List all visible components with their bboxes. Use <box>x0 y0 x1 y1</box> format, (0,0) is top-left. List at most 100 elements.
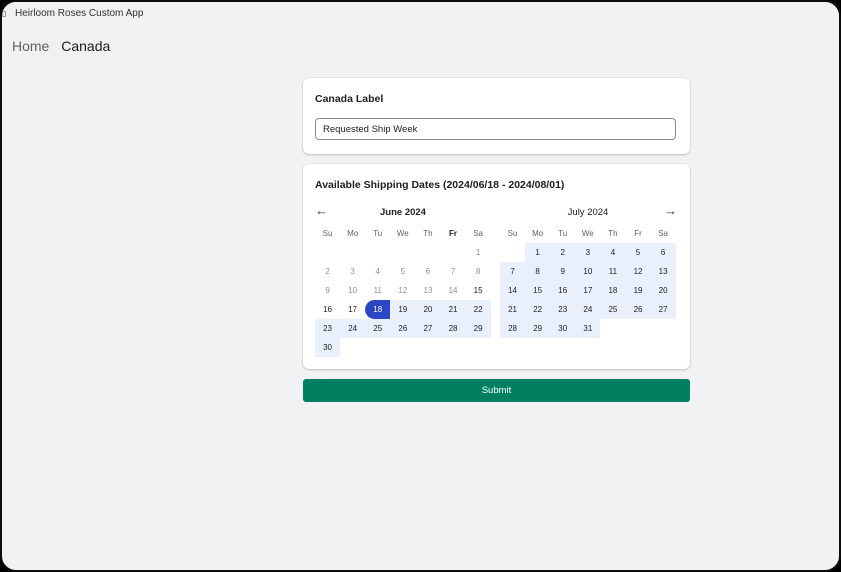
day-cell[interactable]: 25 <box>365 319 391 338</box>
day-cell[interactable]: 24 <box>340 319 366 338</box>
day-cell[interactable]: 30 <box>550 319 576 338</box>
day-cell[interactable]: 31 <box>575 319 601 338</box>
day-cell[interactable]: 6 <box>650 243 676 262</box>
day-cell[interactable]: 22 <box>465 300 491 319</box>
day-cell[interactable]: 15 <box>525 281 551 300</box>
day-cell[interactable]: 28 <box>440 319 466 338</box>
app-window: Heirloom Roses Custom App Home Canada Ca… <box>0 0 841 572</box>
day-empty <box>440 243 465 262</box>
calendar-july: July 2024 Su Mo Tu We Th Fr Sa 1 2 3 4 5 6 7 8 9 10 11 12… <box>500 204 676 338</box>
day-cell[interactable]: 21 <box>440 300 466 319</box>
day-empty <box>415 243 440 262</box>
label-card-title: Canada Label <box>315 93 384 105</box>
shipping-dates-title: Available Shipping Dates (2024/06/18 - 2… <box>315 179 565 191</box>
day-cell: 13 <box>423 286 433 295</box>
weekday-label: Sa <box>658 229 668 238</box>
day-cell: 8 <box>475 267 481 276</box>
day-cell[interactable]: 20 <box>650 281 676 300</box>
day-empty <box>500 243 525 262</box>
day-cell[interactable]: 20 <box>415 300 441 319</box>
day-cell[interactable]: 9 <box>550 262 576 281</box>
day-cell[interactable]: 26 <box>625 300 651 319</box>
day-cell: 3 <box>350 267 355 276</box>
weekday-label: We <box>396 229 409 238</box>
day-cell: 5 <box>400 267 406 276</box>
day-cell[interactable]: 8 <box>525 262 551 281</box>
weekday-header: Su Mo Tu We Th Fr Sa <box>500 227 676 240</box>
weekday-label: Fr <box>449 229 458 238</box>
day-cell: 1 <box>475 248 481 257</box>
day-cell: 11 <box>373 286 382 295</box>
day-grid: 1 2 3 4 5 6 7 8 9 10 11 12 13 14 15 16 17 18 19 20 21 22 23 24 2… <box>315 243 491 357</box>
weekday-label: Tu <box>558 229 568 238</box>
weekday-label: Mo <box>532 229 544 238</box>
day-cell[interactable]: 2 <box>550 243 576 262</box>
day-cell[interactable]: 3 <box>575 243 601 262</box>
day-cell: 14 <box>448 286 458 295</box>
app-title: Heirloom Roses Custom App <box>15 8 144 19</box>
day-cell[interactable]: 23 <box>315 319 341 338</box>
weekday-label: We <box>581 229 594 238</box>
day-cell[interactable]: 17 <box>340 300 365 319</box>
submit-button[interactable]: Submit <box>303 379 690 402</box>
day-cell[interactable]: 17 <box>575 281 601 300</box>
weekday-label: Su <box>322 229 333 238</box>
day-cell[interactable]: 30 <box>315 338 341 357</box>
day-cell[interactable]: 29 <box>465 319 491 338</box>
weekday-label: Fr <box>634 229 642 238</box>
breadcrumb-current: Canada <box>61 38 111 54</box>
day-empty <box>340 243 365 262</box>
weekday-label: Th <box>608 229 618 238</box>
day-cell[interactable]: 5 <box>625 243 651 262</box>
day-cell[interactable]: 26 <box>390 319 416 338</box>
day-cell: 9 <box>325 286 330 295</box>
day-cell[interactable]: 22 <box>525 300 551 319</box>
weekday-label: Su <box>507 229 518 238</box>
day-empty <box>390 243 415 262</box>
day-cell[interactable]: 18 <box>600 281 626 300</box>
day-cell: 7 <box>450 267 456 276</box>
day-cell[interactable]: 7 <box>500 262 526 281</box>
month-title: July 2024 <box>567 207 609 218</box>
day-cell[interactable]: 21 <box>500 300 526 319</box>
day-cell[interactable]: 23 <box>550 300 576 319</box>
app-icon <box>2 11 6 17</box>
weekday-label: Th <box>423 229 433 238</box>
day-cell-selected[interactable]: 18 <box>365 300 391 319</box>
day-cell[interactable]: 4 <box>600 243 626 262</box>
breadcrumb-home[interactable]: Home <box>12 38 49 54</box>
label-input[interactable] <box>315 118 676 140</box>
day-cell[interactable]: 16 <box>315 300 340 319</box>
month-title: June 2024 <box>380 207 426 218</box>
day-cell: 4 <box>375 267 380 276</box>
day-cell[interactable]: 1 <box>525 243 551 262</box>
day-cell[interactable]: 12 <box>625 262 651 281</box>
day-cell[interactable]: 19 <box>625 281 651 300</box>
day-cell[interactable]: 14 <box>500 281 526 300</box>
shipping-dates-card: Available Shipping Dates (2024/06/18 - 2… <box>303 164 690 369</box>
day-cell[interactable]: 28 <box>500 319 526 338</box>
day-cell[interactable]: 13 <box>650 262 676 281</box>
day-cell[interactable]: 16 <box>550 281 576 300</box>
weekday-label: Tu <box>373 229 383 238</box>
weekday-label: Mo <box>347 229 359 238</box>
day-cell: 6 <box>425 267 431 276</box>
day-cell[interactable]: 15 <box>466 281 491 300</box>
day-cell[interactable]: 29 <box>525 319 551 338</box>
day-cell[interactable]: 10 <box>575 262 601 281</box>
day-cell: 12 <box>398 286 408 295</box>
label-card: Canada Label <box>303 78 690 154</box>
day-cell[interactable]: 24 <box>575 300 601 319</box>
day-cell[interactable]: 19 <box>390 300 416 319</box>
weekday-header: Su Mo Tu We Th Fr Sa <box>315 227 491 240</box>
day-cell[interactable]: 11 <box>600 262 626 281</box>
day-grid: 1 2 3 4 5 6 7 8 9 10 11 12 13 14 15 16 17 18 19 20 21 22 23 24 2… <box>500 243 676 338</box>
day-cell[interactable]: 27 <box>650 300 676 319</box>
title-bar: Heirloom Roses Custom App <box>2 2 839 28</box>
weekday-label: Sa <box>473 229 483 238</box>
day-cell: 10 <box>348 286 358 295</box>
day-cell[interactable]: 25 <box>600 300 626 319</box>
day-empty <box>365 243 390 262</box>
day-cell[interactable]: 27 <box>415 319 441 338</box>
day-cell: 2 <box>325 267 330 276</box>
